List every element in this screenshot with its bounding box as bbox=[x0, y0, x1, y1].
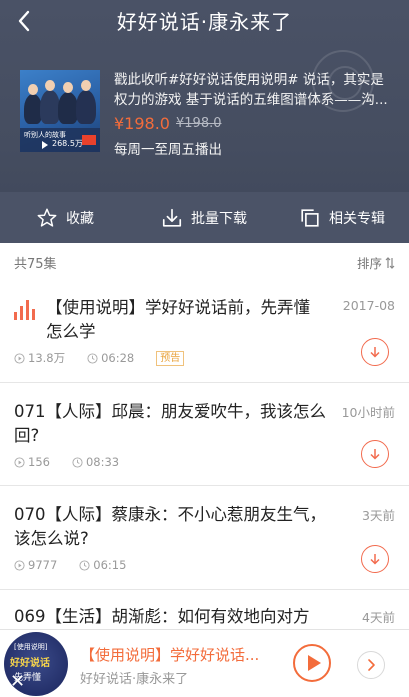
play-count-icon bbox=[14, 352, 25, 364]
episode-row[interactable]: 【使用说明】学好好说话前，先弄懂怎么学 2017-08 13.8万 06:28 … bbox=[0, 278, 409, 383]
episode-list-header: 共75集 排序 bbox=[0, 243, 409, 278]
sort-button[interactable]: 排序 bbox=[357, 253, 395, 272]
episode-meta: 156 08:33 bbox=[14, 455, 141, 469]
play-count-icon bbox=[14, 559, 25, 571]
episode-meta: 9777 06:15 bbox=[14, 558, 148, 572]
clock-icon bbox=[87, 352, 98, 364]
play-count: 156 bbox=[28, 455, 50, 469]
cover-play-count: 268.5万 bbox=[52, 139, 83, 148]
now-playing-equalizer-icon bbox=[14, 300, 36, 320]
favorite-label: 收藏 bbox=[66, 210, 94, 227]
player-track-title: 【使用说明】学好好说话... bbox=[80, 646, 260, 664]
download-arrow-icon bbox=[370, 347, 380, 358]
cover-play-icon bbox=[42, 141, 48, 149]
episode-count: 共75集 bbox=[14, 257, 57, 272]
action-bar: 收藏 批量下载 相关专辑 bbox=[0, 192, 409, 243]
copy-icon bbox=[301, 208, 319, 227]
player-album-name: 好好说话·康永来了 bbox=[80, 672, 189, 687]
album-price: ¥198.0 bbox=[114, 114, 170, 133]
download-button[interactable] bbox=[361, 338, 389, 366]
related-albums-label: 相关专辑 bbox=[329, 210, 385, 227]
episode-date: 4天前 bbox=[362, 610, 395, 625]
duration: 06:28 bbox=[101, 351, 135, 365]
album-original-price: ¥198.0 bbox=[176, 116, 222, 131]
duration: 06:15 bbox=[93, 558, 127, 572]
episode-title: 【使用说明】学好好说话前，先弄懂怎么学 bbox=[46, 298, 310, 341]
nav-bar: 好好说话·康永来了 bbox=[0, 0, 409, 44]
episode-row[interactable]: 070【人际】蔡康永：不小心惹朋友生气，该怎么说? 3天前 9777 06:15 bbox=[0, 487, 409, 590]
album-description[interactable]: 戳此收听#好好说话使用说明# 说话，其实是权力的游戏 基于说话的五维图谱体系——… bbox=[114, 70, 396, 110]
related-albums-button[interactable]: 相关专辑 bbox=[299, 192, 385, 243]
album-schedule: 每周一至周五播出 bbox=[114, 142, 222, 158]
cover-tag bbox=[82, 135, 96, 145]
episode-row[interactable]: 069【生活】胡渐彪：如何有效地向对方 4天前 bbox=[0, 591, 409, 629]
download-button[interactable] bbox=[361, 545, 389, 573]
episode-row[interactable]: 071【人际】邱晨：朋友爱吹牛，我该怎么回? 10小时前 156 08:33 bbox=[0, 384, 409, 486]
mini-player[interactable]: [使用说明] 好好说话 先弄懂 ✕ 【使用说明】学好好说话... 好好说话·康永… bbox=[0, 629, 409, 697]
play-count: 9777 bbox=[28, 558, 58, 572]
sort-icon bbox=[385, 256, 395, 269]
play-button[interactable] bbox=[293, 644, 331, 682]
episode-title: 071【人际】邱晨：朋友爱吹牛，我该怎么回? bbox=[14, 402, 326, 445]
clock-icon bbox=[72, 456, 83, 468]
episode-title: 070【人际】蔡康永：不小心惹朋友生气，该怎么说? bbox=[14, 505, 326, 548]
duration: 08:33 bbox=[85, 455, 120, 469]
batch-download-label: 批量下载 bbox=[191, 210, 247, 227]
favorite-button[interactable]: 收藏 bbox=[36, 192, 94, 243]
next-button[interactable] bbox=[357, 651, 385, 679]
album-header: 好好说话·康永来了 听别人的故事 268.5万 戳此收听#好好说话使用说明# 说… bbox=[0, 0, 409, 243]
clock-icon bbox=[79, 559, 90, 571]
preview-badge: 预告 bbox=[156, 350, 185, 366]
star-icon bbox=[37, 208, 57, 227]
player-cover[interactable]: [使用说明] 好好说话 先弄懂 ✕ bbox=[4, 632, 68, 696]
play-count-icon bbox=[14, 456, 25, 468]
episode-date: 2017-08 bbox=[342, 298, 395, 313]
close-icon[interactable]: ✕ bbox=[10, 671, 25, 692]
download-button[interactable] bbox=[361, 440, 389, 468]
batch-download-button[interactable]: 批量下载 bbox=[161, 192, 247, 243]
episode-date: 3天前 bbox=[362, 508, 395, 523]
download-icon bbox=[162, 208, 182, 227]
play-count: 13.8万 bbox=[28, 351, 66, 365]
album-cover[interactable]: 听别人的故事 268.5万 bbox=[20, 70, 100, 152]
page-title: 好好说话·康永来了 bbox=[116, 10, 293, 34]
episode-title: 069【生活】胡渐彪：如何有效地向对方 bbox=[14, 607, 310, 626]
episode-meta: 13.8万 06:28 预告 bbox=[14, 350, 185, 366]
episode-date: 10小时前 bbox=[341, 405, 395, 420]
download-arrow-icon bbox=[370, 449, 380, 460]
download-arrow-icon bbox=[370, 554, 380, 565]
sort-label: 排序 bbox=[356, 256, 382, 271]
chevron-right-icon bbox=[368, 659, 375, 671]
